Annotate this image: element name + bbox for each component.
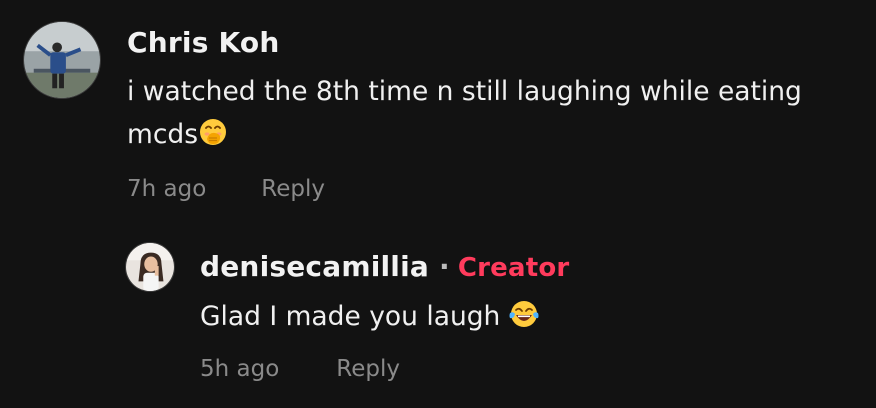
avatar[interactable] bbox=[23, 21, 101, 99]
reply-author-row: denisecamillia · Creator bbox=[200, 250, 569, 283]
comment-timestamp: 7h ago bbox=[127, 176, 207, 202]
creator-badge: Creator bbox=[457, 253, 570, 283]
reply-text: Glad I made you laugh bbox=[200, 295, 840, 338]
comment-author[interactable]: Chris Koh bbox=[127, 26, 279, 59]
comment-text-line: mcds bbox=[127, 113, 847, 156]
avatar[interactable] bbox=[125, 242, 175, 292]
reply-timestamp: 5h ago bbox=[200, 356, 280, 382]
comment-text-tail: mcds bbox=[127, 119, 199, 150]
reply-text-content: Glad I made you laugh bbox=[200, 301, 501, 332]
reply-meta: 5h ago Reply bbox=[200, 356, 400, 382]
reply-button[interactable]: Reply bbox=[336, 356, 400, 382]
comment-meta: 7h ago Reply bbox=[127, 176, 325, 202]
reply-button[interactable]: Reply bbox=[261, 176, 325, 202]
separator-dot: · bbox=[438, 250, 450, 283]
tears-of-joy-emoji-icon bbox=[509, 299, 539, 329]
comment-text-line: i watched the 8th time n still laughing … bbox=[127, 76, 802, 107]
reply-author[interactable]: denisecamillia bbox=[200, 250, 429, 283]
hand-over-mouth-emoji-icon bbox=[198, 117, 228, 147]
comment-text: i watched the 8th time n still laughing … bbox=[127, 70, 847, 156]
